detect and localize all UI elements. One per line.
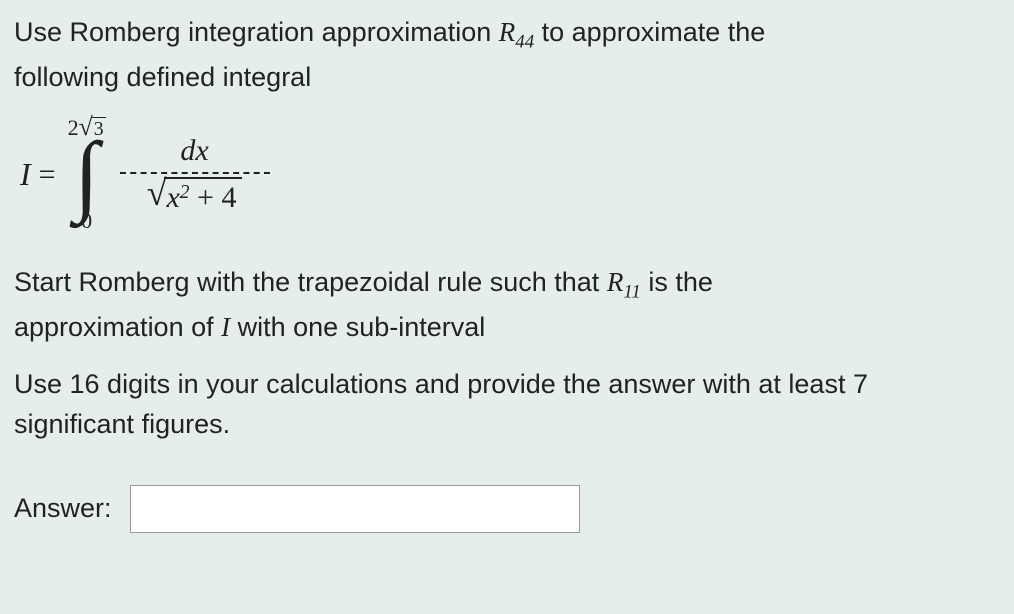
- start-text: Start Romberg with the trapezoidal rule …: [14, 262, 1000, 347]
- integral-lhs: I: [20, 156, 31, 193]
- integrand-fraction: dx √ x2 + 4: [120, 134, 270, 215]
- integral-expression: I = 2√3 ∫ 0 dx √ x2 + 4: [20, 117, 1000, 232]
- intro-text-1-end: to approximate the: [534, 17, 765, 47]
- integral-upper-limit: 2√3: [68, 115, 106, 141]
- fraction-numerator: dx: [172, 134, 216, 172]
- equals-sign: =: [39, 158, 56, 192]
- integral-sign-block: 2√3 ∫ 0: [68, 117, 106, 232]
- digits-text: Use 16 digits in your calculations and p…: [14, 364, 1000, 445]
- question-intro: Use Romberg integration approximation R4…: [14, 12, 1000, 97]
- r44-symbol: R44: [499, 17, 534, 47]
- integral-sign-icon: ∫: [74, 143, 99, 206]
- answer-input[interactable]: [130, 485, 580, 533]
- answer-row: Answer:: [14, 485, 1000, 533]
- sqrt-icon: √: [147, 175, 167, 211]
- answer-label: Answer:: [14, 493, 112, 524]
- intro-text-2: following defined integral: [14, 62, 311, 92]
- fraction-denominator: √ x2 + 4: [143, 174, 247, 215]
- integral-lower-limit: 0: [81, 208, 92, 234]
- intro-text-1: Use Romberg integration approximation: [14, 17, 499, 47]
